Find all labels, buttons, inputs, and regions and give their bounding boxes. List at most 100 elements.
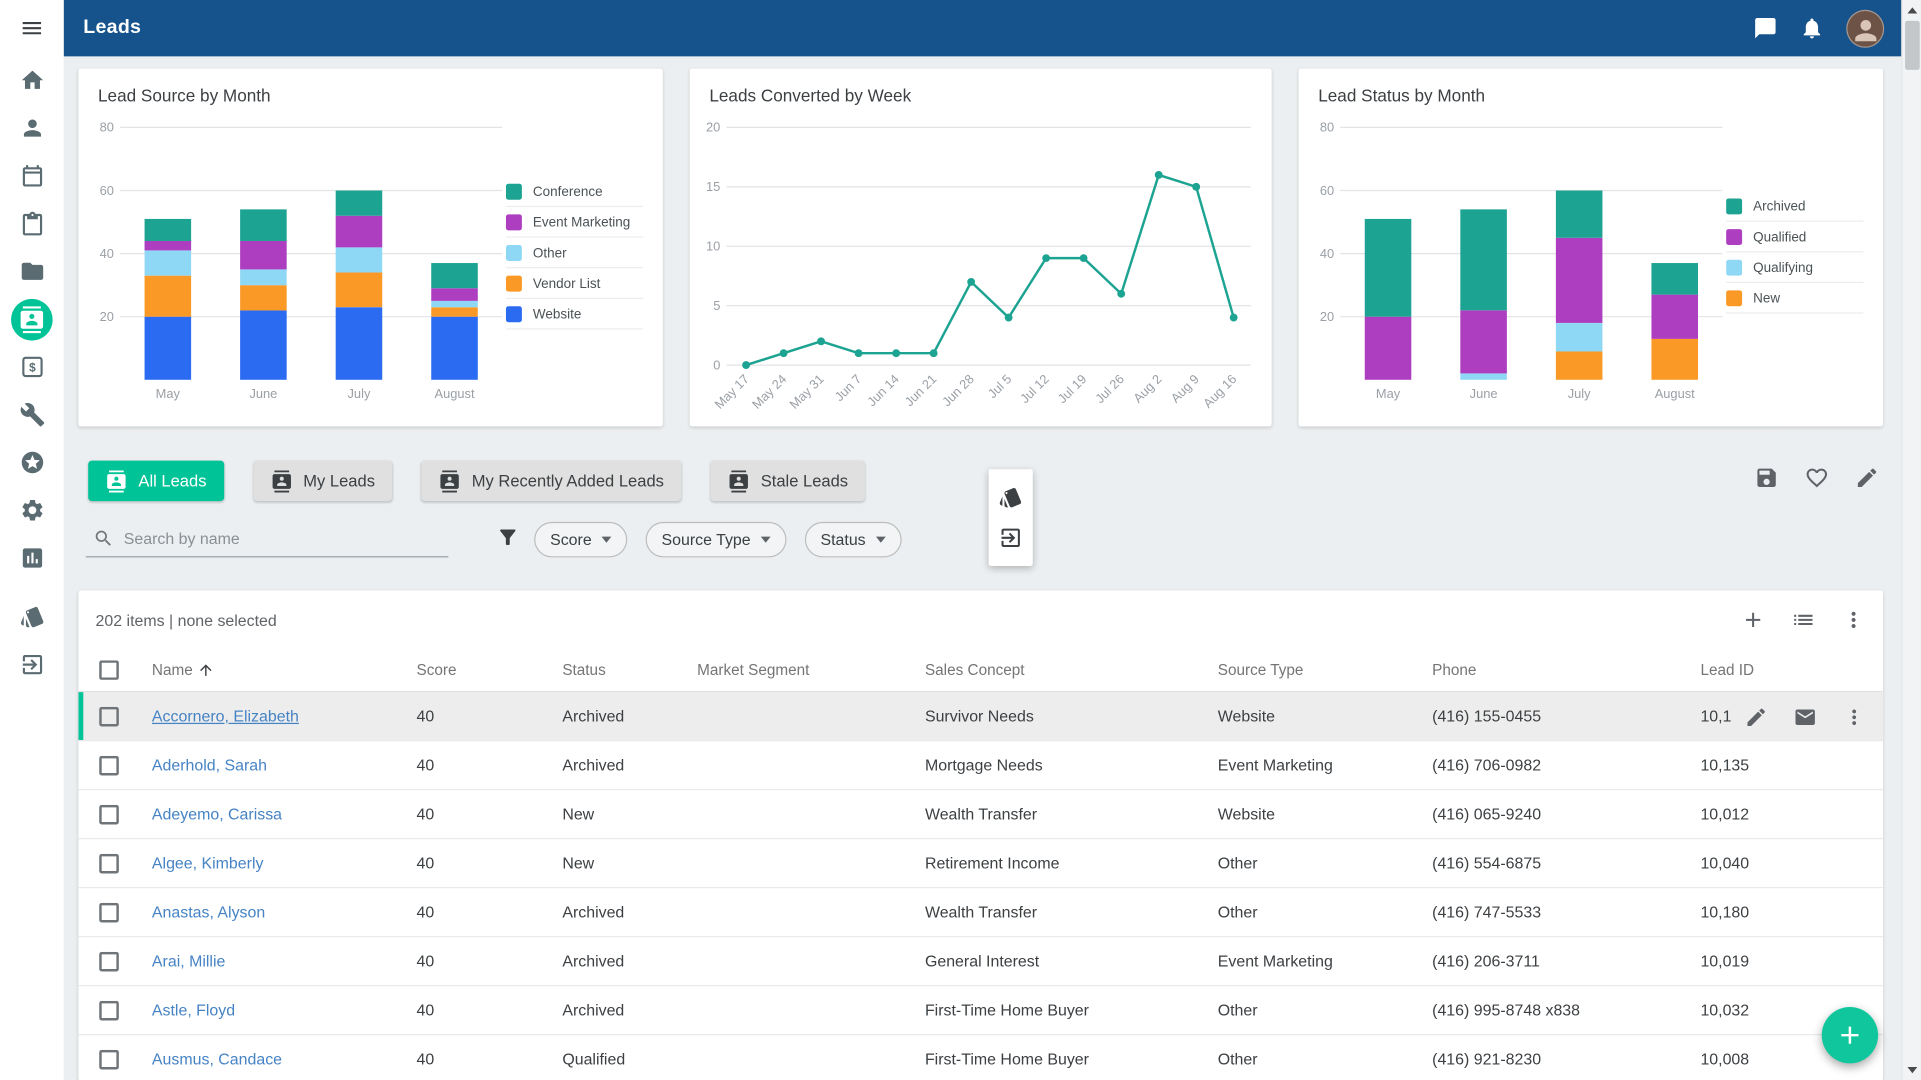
cell-source-type: Other <box>1218 903 1258 921</box>
add-fab-button[interactable] <box>1822 1007 1878 1063</box>
column-header-phone[interactable]: Phone <box>1432 662 1700 679</box>
sidebar-item-settings[interactable] <box>0 486 64 534</box>
list-view-button[interactable] <box>1791 608 1816 633</box>
sidebar-item-leads[interactable] <box>0 295 64 343</box>
cell-score: 40 <box>417 903 435 921</box>
sidebar-item-contacts[interactable] <box>0 104 64 152</box>
row-checkbox[interactable] <box>99 804 119 824</box>
tags-icon[interactable] <box>998 485 1023 510</box>
chevron-down-icon <box>760 537 770 543</box>
table-row[interactable]: Adeyemo, Carissa40NewWealth TransferWebs… <box>78 790 1883 839</box>
sidebar-item-calendar[interactable] <box>0 152 64 200</box>
add-lead-button[interactable] <box>1741 608 1766 633</box>
chat-icon[interactable] <box>1753 16 1778 41</box>
filter-chip-status[interactable]: Status <box>805 522 902 558</box>
lead-name-link[interactable]: Accornero, Elizabeth <box>152 707 299 725</box>
select-all-checkbox[interactable] <box>99 660 119 680</box>
edit-icon[interactable] <box>1745 705 1768 728</box>
column-header-score[interactable]: Score <box>417 662 563 679</box>
lead-name-link[interactable]: Adeyemo, Carissa <box>152 805 282 823</box>
cell-source-type: Website <box>1218 805 1275 823</box>
column-header-lead-id[interactable]: Lead ID <box>1700 662 1883 679</box>
row-checkbox[interactable] <box>99 1049 119 1069</box>
svg-text:40: 40 <box>1320 246 1334 261</box>
cell-sales-concept: Mortgage Needs <box>925 756 1043 774</box>
legend-item: New <box>1726 283 1863 314</box>
sidebar-item-favorites[interactable] <box>0 439 64 487</box>
legend-swatch <box>506 184 522 200</box>
sidebar-item-documents[interactable] <box>0 247 64 295</box>
view-button-my-leads[interactable]: My Leads <box>253 461 392 501</box>
chart-legend: ArchivedQualifiedQualifyingNew <box>1726 191 1863 314</box>
search-input[interactable] <box>124 529 418 547</box>
filter-chip-source-type[interactable]: Source Type <box>646 522 787 558</box>
row-checkbox[interactable] <box>99 853 119 873</box>
exit-icon[interactable] <box>998 526 1023 551</box>
sidebar-item-tags[interactable] <box>0 593 64 641</box>
menu-button[interactable] <box>0 0 64 56</box>
lead-name-link[interactable]: Arai, Millie <box>152 952 225 970</box>
scrollbar-thumb[interactable] <box>1905 21 1920 70</box>
table-row[interactable]: Aderhold, Sarah40ArchivedMortgage NeedsE… <box>78 741 1883 790</box>
table-row[interactable]: Anastas, Alyson40ArchivedWealth Transfer… <box>78 888 1883 937</box>
active-row-accent <box>78 692 83 740</box>
column-header-name[interactable]: Name <box>152 662 417 679</box>
notifications-icon[interactable] <box>1800 16 1825 41</box>
lead-name-link[interactable]: Astle, Floyd <box>152 1001 235 1019</box>
row-checkbox[interactable] <box>99 706 119 726</box>
email-icon[interactable] <box>1794 705 1817 728</box>
chevron-down-icon <box>875 537 885 543</box>
view-button-my-recently-added-leads[interactable]: My Recently Added Leads <box>422 461 682 501</box>
column-header-status[interactable]: Status <box>562 662 697 679</box>
svg-text:Aug 2: Aug 2 <box>1130 371 1164 405</box>
cell-source-type: Event Marketing <box>1218 756 1333 774</box>
sidebar-item-tools[interactable] <box>0 391 64 439</box>
row-checkbox[interactable] <box>99 902 119 922</box>
scroll-up-button[interactable] <box>1903 1 1921 19</box>
filter-funnel-button[interactable] <box>496 526 519 549</box>
edit-view-button[interactable] <box>1855 466 1880 491</box>
favorite-view-button[interactable] <box>1805 466 1830 491</box>
more-vert-icon[interactable] <box>1843 705 1866 728</box>
svg-text:40: 40 <box>100 246 114 261</box>
column-header-sales-concept[interactable]: Sales Concept <box>925 662 1218 679</box>
lead-name-link[interactable]: Aderhold, Sarah <box>152 756 267 774</box>
chart-card-leads-converted: Leads Converted by Week 05101520May 17Ma… <box>690 69 1272 427</box>
row-checkbox[interactable] <box>99 951 119 971</box>
svg-text:Jun 14: Jun 14 <box>864 371 902 409</box>
sort-asc-icon <box>198 662 215 679</box>
column-header-market-segment[interactable]: Market Segment <box>697 662 925 679</box>
filter-chip-score[interactable]: Score <box>534 522 627 558</box>
table-more-button[interactable] <box>1841 608 1866 633</box>
lead-name-link[interactable]: Ausmus, Candace <box>152 1050 282 1068</box>
table-row[interactable]: Accornero, Elizabeth40ArchivedSurvivor N… <box>78 692 1883 741</box>
svg-text:60: 60 <box>1320 183 1334 198</box>
lead-source-chart: 20406080MayJuneJulyAugust <box>88 113 517 424</box>
lead-name-link[interactable]: Algee, Kimberly <box>152 854 264 872</box>
table-row[interactable]: Ausmus, Candace40QualifiedFirst-Time Hom… <box>78 1035 1883 1080</box>
row-checkbox[interactable] <box>99 1000 119 1020</box>
view-button-stale-leads[interactable]: Stale Leads <box>710 461 865 501</box>
save-view-button[interactable] <box>1754 466 1779 491</box>
table-row[interactable]: Arai, Millie40ArchivedGeneral InterestEv… <box>78 937 1883 986</box>
view-button-all-leads[interactable]: All Leads <box>88 461 223 501</box>
row-checkbox[interactable] <box>99 755 119 775</box>
cell-phone: (416) 554-6875 <box>1432 854 1541 872</box>
sidebar-item-exit[interactable] <box>0 641 64 689</box>
table-row[interactable]: Astle, Floyd40ArchivedFirst-Time Home Bu… <box>78 986 1883 1035</box>
cell-score: 40 <box>417 1050 435 1068</box>
cell-lead-id: 10,1 <box>1700 707 1731 725</box>
sidebar-item-reports[interactable] <box>0 534 64 582</box>
sidebar-item-billing[interactable]: $ <box>0 343 64 391</box>
sidebar-item-tasks[interactable] <box>0 200 64 248</box>
legend-swatch <box>506 276 522 292</box>
sidebar-item-home[interactable] <box>0 56 64 104</box>
avatar[interactable] <box>1846 9 1884 47</box>
svg-text:10: 10 <box>706 239 720 254</box>
table-row[interactable]: Algee, Kimberly40NewRetirement IncomeOth… <box>78 839 1883 888</box>
column-header-source-type[interactable]: Source Type <box>1218 662 1432 679</box>
scroll-down-button[interactable] <box>1903 1061 1921 1079</box>
lead-name-link[interactable]: Anastas, Alyson <box>152 903 265 921</box>
cell-score: 40 <box>417 952 435 970</box>
topbar: Leads <box>64 0 1902 56</box>
